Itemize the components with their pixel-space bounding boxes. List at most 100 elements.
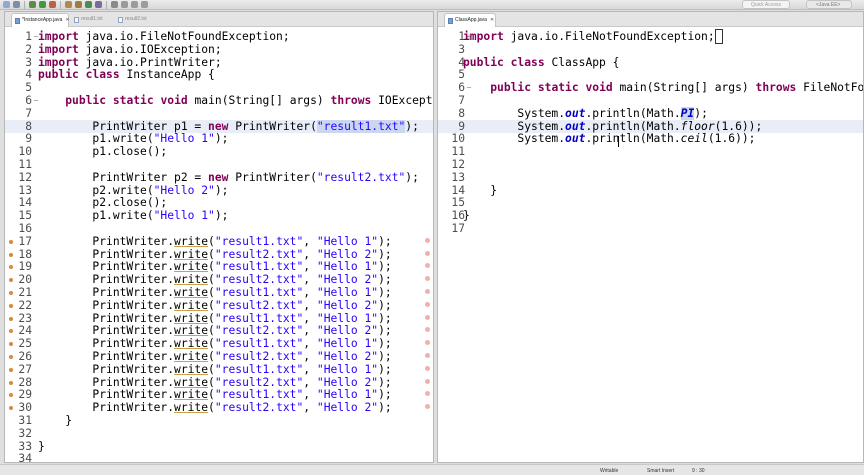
annotation-nav-icon[interactable]	[121, 1, 128, 8]
overview-marker[interactable]	[425, 365, 430, 371]
open-type-icon[interactable]	[95, 1, 102, 8]
code-token: );	[378, 286, 392, 299]
line-number: 33	[18, 439, 32, 453]
quick-access-field[interactable]: Quick Access	[742, 0, 790, 9]
code-line: 30 PrintWriter.write("result2.txt", "Hel…	[5, 401, 433, 414]
code-text: System.out.println(Math.floor(1.6));	[463, 120, 762, 133]
code-token: PrintWriter.	[38, 401, 175, 415]
warning-icon[interactable]	[9, 303, 13, 308]
code-line: 1 + import java.io.FileNotFoundException;	[438, 29, 863, 44]
code-editor[interactable]: 1 + import java.io.FileNotFoundException; …	[438, 27, 863, 462]
code-token: }	[38, 439, 45, 453]
code-token: );	[378, 350, 392, 363]
code-token: throws	[755, 81, 797, 95]
code-token: ,	[303, 388, 317, 402]
editor-tab[interactable]: result2.txt	[115, 13, 157, 27]
code-text: p1.close();	[38, 145, 167, 158]
code-line: 31 }	[5, 414, 433, 427]
code-line: 20 PrintWriter.write("result2.txt", "Hel…	[5, 273, 433, 286]
code-line: 14 p2.close();	[5, 196, 433, 209]
code-token: main(String[] args)	[187, 94, 331, 107]
back-icon[interactable]	[131, 1, 138, 8]
code-token: (	[208, 234, 215, 248]
code-token: PrintWriter(	[228, 170, 317, 184]
line-number: 9	[458, 119, 465, 133]
code-token: IOExcepti	[371, 94, 433, 107]
code-token: p1.write(	[38, 209, 154, 223]
code-token: public	[65, 94, 107, 107]
overview-marker[interactable]	[425, 327, 430, 333]
line-number: 10	[18, 145, 32, 159]
run-icon[interactable]	[39, 1, 46, 8]
code-token: "Hello 1"	[153, 209, 215, 223]
code-token: PrintWriter.	[38, 247, 175, 261]
overview-marker[interactable]	[425, 250, 430, 256]
code-token: );	[378, 311, 392, 325]
toolbar-separator	[24, 1, 25, 9]
code-token: ,	[303, 311, 317, 325]
overview-marker[interactable]	[425, 301, 430, 307]
line-number: 7	[25, 106, 32, 120]
code-token: );	[378, 234, 392, 248]
code-token: ceil	[680, 132, 708, 146]
perspective-switcher[interactable]: <Java EE>	[806, 0, 852, 9]
code-token: write	[174, 311, 209, 325]
code-token: "result1.txt"	[214, 337, 304, 351]
code-token: PrintWriter.	[38, 324, 175, 338]
new-class-icon[interactable]	[85, 1, 92, 8]
close-icon[interactable]: ✕	[490, 17, 494, 23]
code-line: 16	[5, 222, 433, 235]
close-icon[interactable]: ✕	[65, 17, 69, 23]
editor-tab[interactable]: result1.txt	[71, 13, 113, 27]
warning-icon[interactable]	[9, 239, 13, 244]
code-token: "Hello 2"	[153, 183, 215, 197]
warning-icon[interactable]	[9, 367, 13, 372]
external-tools-icon[interactable]	[49, 1, 56, 8]
code-text: import java.io.IOException;	[38, 43, 222, 56]
warning-icon[interactable]	[9, 291, 13, 295]
overview-marker[interactable]	[425, 404, 430, 410]
code-editor[interactable]: 1− import java.io.FileNotFoundException; 2…	[5, 27, 433, 462]
warning-icon[interactable]	[9, 355, 13, 359]
code-line: 33}	[5, 440, 433, 453]
code-token: (	[208, 298, 215, 312]
editor-pane-classapp: ClassApp.java ✕ 1 + import java.io.FileNotF…	[437, 11, 864, 463]
line-number: 4	[25, 68, 32, 82]
file-icon	[74, 17, 79, 23]
overview-marker[interactable]	[425, 263, 430, 269]
warning-icon[interactable]	[9, 252, 13, 257]
code-line: 6− public static void main(String[] args…	[438, 81, 863, 94]
code-token: write	[174, 286, 209, 299]
overview-marker[interactable]	[425, 391, 430, 397]
search-icon[interactable]	[111, 1, 118, 8]
code-token: );	[378, 337, 392, 351]
code-token: }	[463, 209, 470, 223]
overview-marker[interactable]	[425, 237, 430, 243]
code-token: java.io.PrintWriter;	[78, 55, 222, 69]
editor-tab[interactable]: *InstanceApp.java ✕	[11, 13, 70, 27]
editor-tab[interactable]: ClassApp.java ✕	[444, 13, 496, 27]
debug-icon[interactable]	[29, 1, 36, 8]
forward-icon[interactable]	[141, 1, 148, 8]
line-number: 2	[25, 42, 32, 56]
overview-marker[interactable]	[425, 340, 430, 346]
overview-marker[interactable]	[425, 276, 430, 282]
code-text: PrintWriter.write("result2.txt", "Hello …	[38, 350, 392, 363]
overview-marker[interactable]	[425, 353, 430, 358]
line-number: 3	[458, 42, 465, 56]
overview-marker[interactable]	[425, 289, 430, 294]
overview-marker[interactable]	[425, 314, 430, 320]
line-number: 6	[25, 94, 32, 107]
warning-icon[interactable]	[9, 316, 13, 321]
new-package-icon[interactable]	[75, 1, 82, 8]
warning-icon[interactable]	[9, 380, 13, 385]
save-icon[interactable]	[13, 1, 20, 8]
new-java-project-icon[interactable]	[65, 1, 72, 8]
code-line: 9 System.out.println(Math.floor(1.6));	[438, 119, 863, 133]
code-token: throws	[330, 94, 372, 107]
code-line: 21 PrintWriter.write("result1.txt", "Hel…	[5, 286, 433, 299]
new-icon[interactable]	[3, 1, 10, 8]
code-token: );	[378, 388, 392, 402]
overview-marker[interactable]	[425, 378, 430, 384]
code-token: (	[208, 350, 215, 363]
